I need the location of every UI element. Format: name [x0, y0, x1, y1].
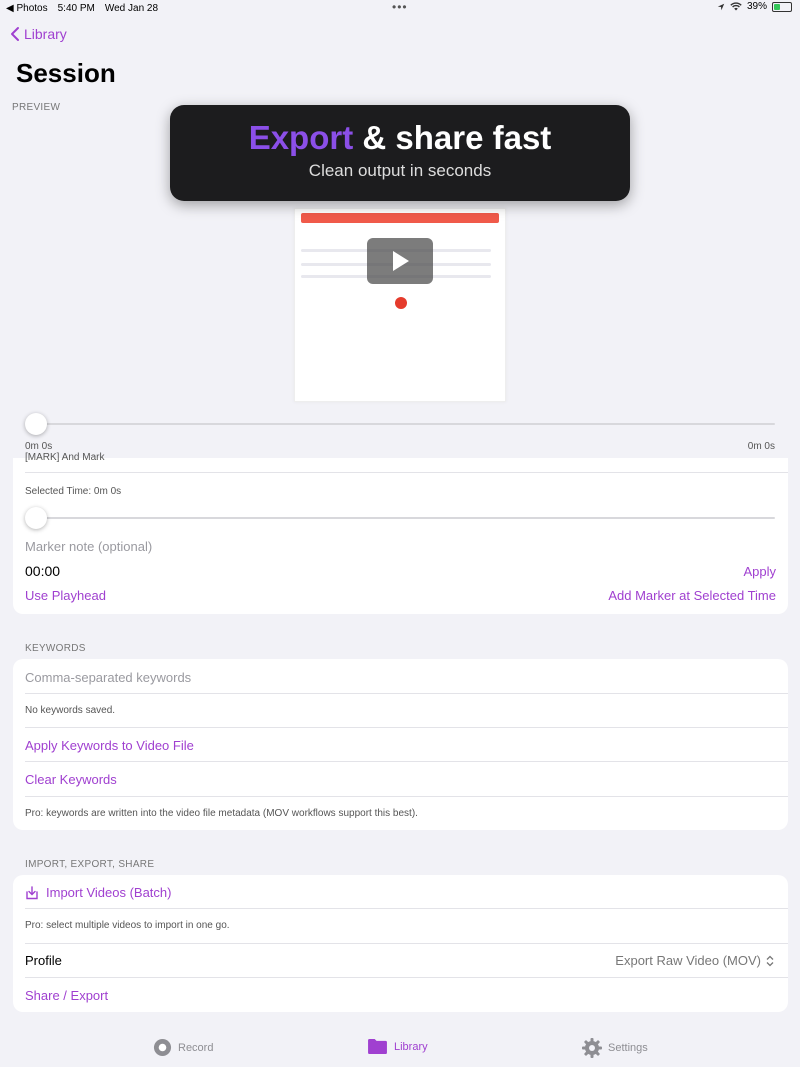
- apply-keywords-button[interactable]: Apply Keywords to Video File: [25, 738, 776, 753]
- thumbnail-record-dot: [395, 297, 407, 309]
- record-icon: [153, 1038, 172, 1057]
- playback-scrubber[interactable]: [25, 413, 775, 435]
- profile-picker[interactable]: Export Raw Video (MOV): [615, 953, 774, 968]
- scrubber-knob[interactable]: [25, 413, 47, 435]
- play-icon: [393, 251, 409, 271]
- divider: [25, 943, 788, 944]
- page-title: Session: [16, 58, 116, 88]
- tab-settings[interactable]: Settings: [582, 1038, 648, 1058]
- tab-record-label: Record: [178, 1041, 214, 1054]
- keywords-pro-note: Pro: keywords are written into the video…: [25, 808, 418, 819]
- marker-time-value[interactable]: 00:00: [25, 563, 776, 579]
- gear-icon: [582, 1038, 602, 1058]
- keywords-card: Comma-separated keywords No keywords sav…: [13, 659, 788, 830]
- back-to-photos[interactable]: ◀ Photos: [6, 3, 48, 14]
- import-videos-label: Import Videos (Batch): [46, 885, 172, 900]
- add-marker-button[interactable]: Add Marker at Selected Time: [608, 588, 776, 603]
- tab-settings-label: Settings: [608, 1042, 648, 1054]
- marker-time-slider[interactable]: [25, 507, 775, 529]
- import-videos-button[interactable]: Import Videos (Batch): [25, 885, 776, 900]
- divider: [25, 761, 788, 762]
- battery-percent: 39%: [746, 1, 767, 12]
- divider: [25, 472, 788, 473]
- divider: [25, 693, 788, 694]
- marker-slider-knob[interactable]: [25, 507, 47, 529]
- chevron-left-icon: [11, 27, 19, 41]
- location-icon: [717, 3, 725, 10]
- promo-banner: Export & share fast Clean output in seco…: [170, 105, 630, 201]
- banner-title-rest: & share fast: [353, 119, 552, 156]
- divider: [25, 908, 788, 909]
- scrubber-end-time: 0m 0s: [747, 441, 775, 452]
- import-export-card: Import Videos (Batch) Pro: select multip…: [13, 875, 788, 1012]
- import-icon: [26, 885, 38, 899]
- scrubber-start-time: 0m 0s: [25, 441, 53, 452]
- chevron-up-down-icon: [766, 955, 774, 966]
- markers-card: [MARK] And Mark Selected Time: 0m 0s Mar…: [13, 452, 788, 614]
- keywords-empty-text: No keywords saved.: [25, 705, 116, 716]
- tab-bar: Record Library Settings: [0, 1028, 800, 1067]
- back-label: Library: [24, 26, 67, 42]
- keywords-input[interactable]: Comma-separated keywords: [25, 670, 776, 685]
- profile-value: Export Raw Video (MOV): [615, 953, 761, 968]
- divider: [25, 977, 788, 978]
- status-bar: ◀ Photos 5:40 PM Wed Jan 28 ••• 39%: [0, 0, 800, 16]
- wifi-icon: [730, 2, 742, 11]
- battery-icon: [772, 1, 792, 12]
- status-date: Wed Jan 28: [104, 2, 159, 14]
- back-button[interactable]: Library: [10, 26, 67, 42]
- divider: [25, 796, 788, 797]
- tab-record[interactable]: Record: [153, 1038, 213, 1057]
- banner-title: Export & share fast: [170, 119, 630, 157]
- divider: [25, 727, 788, 728]
- apply-marker-button[interactable]: Apply: [743, 564, 776, 579]
- selected-time-label: Selected Time: 0m 0s: [25, 486, 122, 497]
- marker-note-input[interactable]: Marker note (optional): [25, 539, 776, 554]
- folder-icon: [368, 1038, 387, 1055]
- preview-section-label: PREVIEW: [12, 102, 61, 113]
- tab-library-label: Library: [394, 1040, 428, 1053]
- keywords-section-label: KEYWORDS: [25, 643, 86, 654]
- share-export-button[interactable]: Share / Export: [25, 988, 776, 1003]
- play-button[interactable]: [367, 238, 433, 284]
- banner-subtitle: Clean output in seconds: [308, 161, 492, 180]
- status-time: 5:40 PM: [57, 2, 95, 14]
- import-export-section-label: IMPORT, EXPORT, SHARE: [25, 859, 155, 870]
- banner-title-accent: Export: [248, 119, 354, 156]
- import-pro-note: Pro: select multiple videos to import in…: [25, 920, 230, 931]
- thumbnail-red-bar: [301, 213, 499, 223]
- clear-keywords-button[interactable]: Clear Keywords: [25, 772, 776, 787]
- marker-partial-text: [MARK] And Mark: [25, 452, 105, 463]
- multitasking-dots-icon[interactable]: •••: [392, 1, 408, 13]
- tab-library[interactable]: Library: [367, 1038, 428, 1055]
